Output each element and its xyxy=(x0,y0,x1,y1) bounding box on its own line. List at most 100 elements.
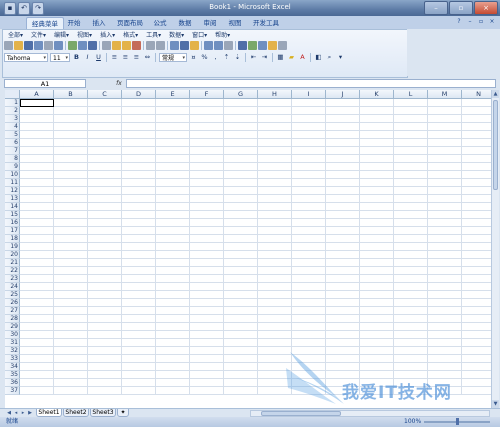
column-header[interactable]: G xyxy=(224,90,258,99)
borders-icon[interactable]: ▦ xyxy=(276,53,285,62)
research-icon[interactable] xyxy=(78,41,87,50)
row-header[interactable]: 1 xyxy=(5,99,20,107)
autosum-icon[interactable] xyxy=(180,41,189,50)
toolbar-options-icon[interactable] xyxy=(278,41,287,50)
row-header[interactable]: 8 xyxy=(5,155,20,163)
column-header[interactable]: B xyxy=(54,90,88,99)
font-name-combo[interactable]: Tahoma ▾ xyxy=(4,52,48,62)
row-header[interactable]: 9 xyxy=(5,163,20,171)
row-header[interactable]: 17 xyxy=(5,227,20,235)
redo-icon[interactable] xyxy=(156,41,165,50)
row-header[interactable]: 16 xyxy=(5,219,20,227)
new-file-icon[interactable] xyxy=(4,41,13,50)
increase-indent-icon[interactable]: ⇥ xyxy=(260,53,269,62)
underline-button[interactable]: U xyxy=(94,53,103,62)
row-header[interactable]: 21 xyxy=(5,259,20,267)
next-sheet-icon[interactable]: ▸ xyxy=(20,410,26,417)
row-header[interactable]: 12 xyxy=(5,187,20,195)
sort-descending-icon[interactable] xyxy=(214,41,223,50)
print-icon[interactable] xyxy=(44,41,53,50)
horizontal-scrollbar[interactable] xyxy=(250,410,490,417)
font-color-icon[interactable]: A xyxy=(298,53,307,62)
row-header[interactable]: 10 xyxy=(5,171,20,179)
filter-icon[interactable] xyxy=(224,41,233,50)
column-header[interactable]: J xyxy=(326,90,360,99)
sheet-tab-sheet2[interactable]: Sheet2 xyxy=(63,409,89,417)
print-preview-icon[interactable] xyxy=(54,41,63,50)
menu-tools[interactable]: 工具▾ xyxy=(142,31,165,40)
row-header[interactable]: 29 xyxy=(5,323,20,331)
row-header[interactable]: 26 xyxy=(5,299,20,307)
row-header[interactable]: 5 xyxy=(5,131,20,139)
column-header[interactable]: H xyxy=(258,90,292,99)
insert-function-button[interactable]: fx xyxy=(114,79,124,88)
row-header[interactable]: 2 xyxy=(5,107,20,115)
row-header[interactable]: 24 xyxy=(5,283,20,291)
row-header[interactable]: 32 xyxy=(5,347,20,355)
conditional-format-icon[interactable]: ◧ xyxy=(314,53,323,62)
zoom-slider-knob[interactable] xyxy=(456,418,459,425)
increase-decimal-icon[interactable]: ⇡ xyxy=(222,53,231,62)
spelling-icon[interactable] xyxy=(68,41,77,50)
row-header[interactable]: 27 xyxy=(5,307,20,315)
decrease-decimal-icon[interactable]: ⇣ xyxy=(233,53,242,62)
horizontal-scroll-thumb[interactable] xyxy=(261,411,341,416)
row-header[interactable]: 33 xyxy=(5,355,20,363)
number-format-combo[interactable]: 常规 ▾ xyxy=(159,52,187,62)
vertical-scrollbar[interactable]: ▲ ▼ xyxy=(491,90,499,408)
tab-view[interactable]: 视图 xyxy=(224,17,246,29)
chart-icon[interactable] xyxy=(238,41,247,50)
row-header[interactable]: 14 xyxy=(5,203,20,211)
align-center-icon[interactable]: ≡ xyxy=(121,53,130,62)
undo-icon[interactable] xyxy=(146,41,155,50)
save-icon[interactable] xyxy=(24,41,33,50)
maximize-button[interactable]: ▫ xyxy=(449,1,473,15)
tab-page-layout[interactable]: 页面布局 xyxy=(113,17,147,29)
column-header[interactable]: I xyxy=(292,90,326,99)
row-header[interactable]: 25 xyxy=(5,291,20,299)
drawing-icon[interactable] xyxy=(248,41,257,50)
permission-icon[interactable] xyxy=(34,41,43,50)
row-header[interactable]: 6 xyxy=(5,139,20,147)
column-header[interactable]: C xyxy=(88,90,122,99)
toolbar-options-icon[interactable]: ▾ xyxy=(336,53,345,62)
close-workbook-icon[interactable]: × xyxy=(488,18,496,26)
vertical-scroll-thumb[interactable] xyxy=(493,100,498,190)
sheet-tab-sheet1[interactable]: Sheet1 xyxy=(36,409,62,417)
row-header[interactable]: 18 xyxy=(5,235,20,243)
row-header[interactable]: 30 xyxy=(5,331,20,339)
paste-icon[interactable] xyxy=(112,41,121,50)
column-header[interactable]: E xyxy=(156,90,190,99)
column-header[interactable]: L xyxy=(394,90,428,99)
comma-button[interactable]: , xyxy=(211,53,220,62)
tab-home[interactable]: 开始 xyxy=(63,17,85,29)
column-header[interactable]: A xyxy=(20,90,54,99)
sheet-tab-sheet3[interactable]: Sheet3 xyxy=(90,409,116,417)
help-icon[interactable] xyxy=(268,41,277,50)
minimize-ribbon-icon[interactable]: – xyxy=(466,18,474,26)
menu-edit[interactable]: 编辑▾ xyxy=(50,31,73,40)
decrease-indent-icon[interactable]: ⇤ xyxy=(249,53,258,62)
tab-data[interactable]: 数据 xyxy=(174,17,196,29)
sort-ascending-icon[interactable] xyxy=(204,41,213,50)
open-folder-icon[interactable] xyxy=(14,41,23,50)
row-header[interactable]: 7 xyxy=(5,147,20,155)
bold-button[interactable]: B xyxy=(72,53,81,62)
menu-data[interactable]: 数据▾ xyxy=(165,31,188,40)
menu-help[interactable]: 帮助▾ xyxy=(211,31,234,40)
row-header[interactable]: 4 xyxy=(5,123,20,131)
row-header[interactable]: 19 xyxy=(5,243,20,251)
menu-insert[interactable]: 插入▾ xyxy=(96,31,119,40)
italic-button[interactable]: I xyxy=(83,53,92,62)
row-header[interactable]: 22 xyxy=(5,267,20,275)
tab-formulas[interactable]: 公式 xyxy=(149,17,171,29)
name-box[interactable]: A1 xyxy=(4,79,86,88)
format-painter-icon[interactable] xyxy=(122,41,131,50)
row-header[interactable]: 15 xyxy=(5,211,20,219)
help-icon[interactable]: ? xyxy=(455,18,463,26)
active-cell[interactable] xyxy=(20,99,54,107)
merge-center-icon[interactable]: ⇔ xyxy=(143,53,152,62)
row-header[interactable]: 31 xyxy=(5,339,20,347)
function-icon[interactable] xyxy=(190,41,199,50)
font-size-combo[interactable]: 11 ▾ xyxy=(50,52,70,62)
